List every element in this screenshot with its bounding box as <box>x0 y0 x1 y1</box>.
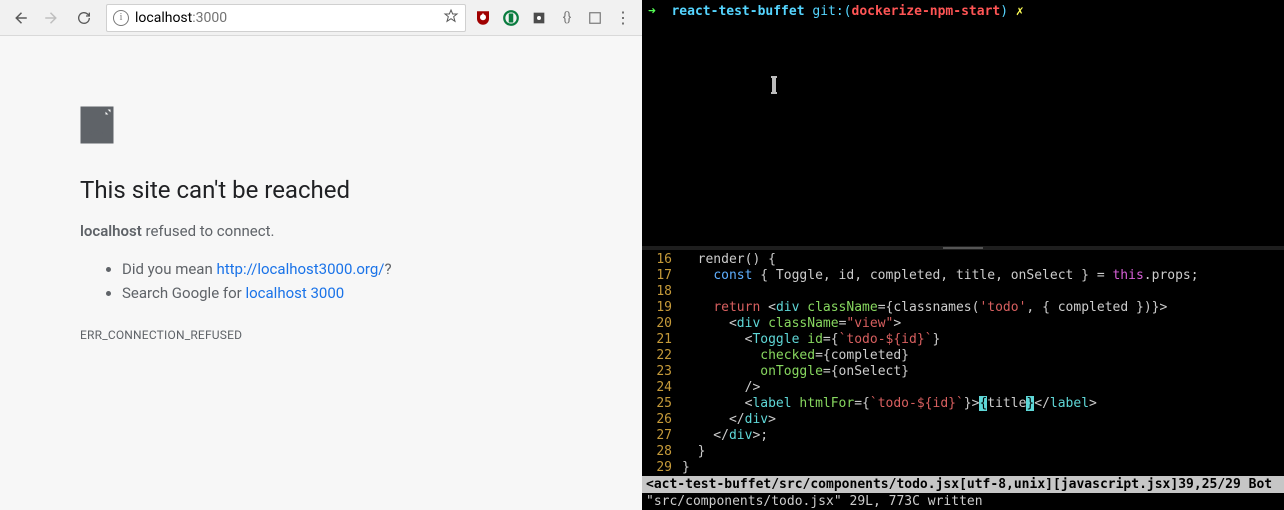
ublock-icon[interactable] <box>474 9 492 27</box>
shell-prompt: ➜ react-test-buffet git:(dockerize-npm-s… <box>648 4 1278 19</box>
line-number: 28 <box>642 444 682 460</box>
error-code: ERR_CONNECTION_REFUSED <box>80 328 562 342</box>
error-suggestions: Did you mean http://localhost3000.org/? … <box>80 260 562 302</box>
reload-button[interactable] <box>70 4 98 32</box>
url-port: :3000 <box>192 10 227 26</box>
line-number: 26 <box>642 412 682 428</box>
editor-command-line: "src/components/todo.jsx" 29L, 773C writ… <box>642 493 1284 510</box>
url-text: localhost:3000 <box>135 10 437 26</box>
line-number: 25 <box>642 396 682 412</box>
git-dirty-icon: ✗ <box>1008 4 1024 19</box>
line-number: 22 <box>642 348 682 364</box>
forward-button[interactable] <box>38 4 66 32</box>
line-number: 21 <box>642 332 682 348</box>
suggestion-1: Did you mean http://localhost3000.org/? <box>122 260 562 278</box>
line-number: 16 <box>642 252 682 268</box>
bookmark-star-icon[interactable] <box>443 8 459 28</box>
sad-document-icon <box>80 106 114 144</box>
suggestion-1-link[interactable]: http://localhost3000.org/ <box>216 260 384 278</box>
suggestion-2-link[interactable]: localhost 3000 <box>245 284 344 302</box>
text-cursor-icon <box>772 76 776 94</box>
prompt-repo: react-test-buffet <box>671 4 804 19</box>
back-button[interactable] <box>6 4 34 32</box>
prompt-arrow: ➜ <box>648 4 671 19</box>
error-host: localhost <box>80 222 142 240</box>
extension-icon[interactable] <box>530 9 548 27</box>
browser-toolbar: i localhost:3000 {} ⋮ <box>0 0 642 36</box>
line-number: 19 <box>642 300 682 316</box>
editor-status-line: <act-test-buffet/src/components/todo.jsx… <box>642 476 1284 493</box>
line-number: 23 <box>642 364 682 380</box>
code-area[interactable]: 16 render() { 17 const { Toggle, id, com… <box>642 250 1284 476</box>
address-bar[interactable]: i localhost:3000 <box>106 4 466 32</box>
browser-window: i localhost:3000 {} ⋮ This site can't <box>0 0 642 510</box>
suggestion-2: Search Google for localhost 3000 <box>122 284 562 302</box>
error-title: This site can't be reached <box>80 176 562 204</box>
reload-icon <box>76 10 92 26</box>
extension-icon-2[interactable] <box>586 9 604 27</box>
arrow-left-icon <box>11 9 29 27</box>
terminal-pane[interactable]: ➜ react-test-buffet git:(dockerize-npm-s… <box>642 0 1284 246</box>
error-subtitle: localhost refused to connect. <box>80 222 562 240</box>
line-number: 20 <box>642 316 682 332</box>
error-page: This site can't be reached localhost ref… <box>0 36 642 510</box>
site-info-icon[interactable]: i <box>113 10 129 26</box>
git-branch: dockerize-npm-start <box>852 4 1001 19</box>
braces-icon[interactable]: {} <box>558 9 576 27</box>
line-number: 29 <box>642 460 682 476</box>
extensions-row: {} ⋮ <box>474 9 636 27</box>
url-host: localhost <box>135 10 192 26</box>
line-number: 18 <box>642 284 682 300</box>
line-number: 17 <box>642 268 682 284</box>
chrome-menu-icon[interactable]: ⋮ <box>614 9 632 27</box>
line-number: 27 <box>642 428 682 444</box>
privacy-badger-icon[interactable] <box>502 9 520 27</box>
line-number: 24 <box>642 380 682 396</box>
arrow-right-icon <box>43 9 61 27</box>
editor-pane[interactable]: 16 render() { 17 const { Toggle, id, com… <box>642 250 1284 510</box>
right-panel: ➜ react-test-buffet git:(dockerize-npm-s… <box>642 0 1284 510</box>
